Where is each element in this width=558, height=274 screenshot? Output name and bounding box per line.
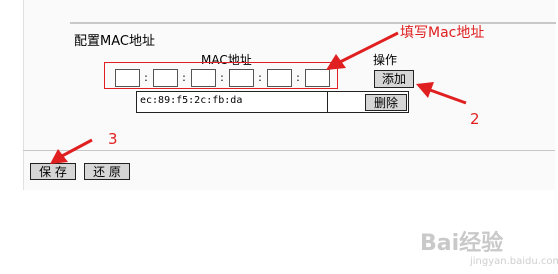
baidu-watermark-url: jingyan.baidu.com [470, 256, 558, 267]
arrow-to-mac-input-icon [326, 31, 399, 70]
arrow-to-save-button-icon [50, 138, 93, 164]
baidu-watermark-logo: Bai经验 [420, 231, 504, 256]
arrow-to-add-button-icon [416, 82, 467, 105]
